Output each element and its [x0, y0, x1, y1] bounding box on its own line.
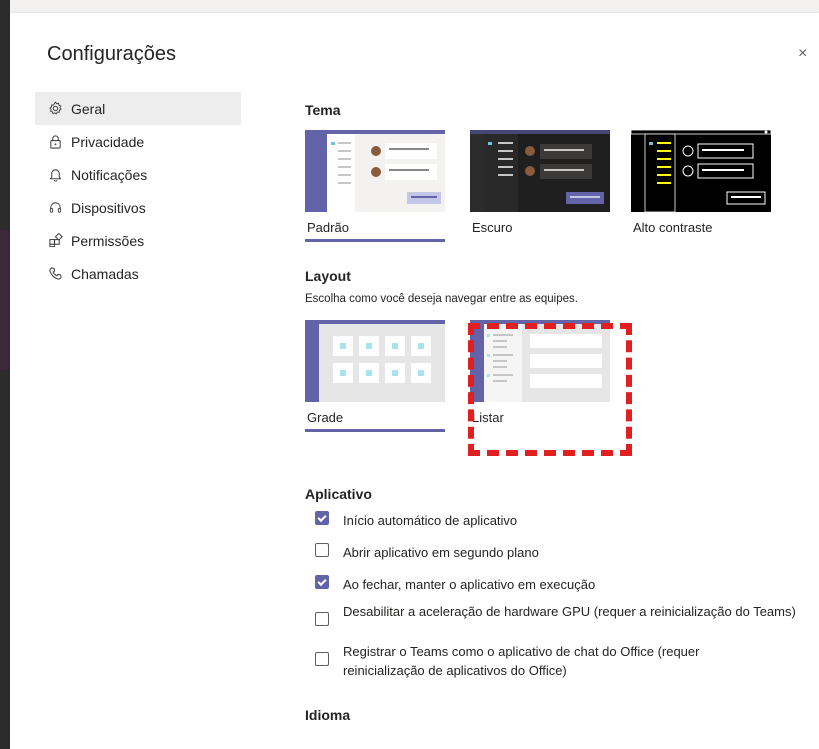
settings-nav: Geral Privacidade Notificações Dispositi…	[35, 92, 241, 290]
option-label: Registrar o Teams como o aplicativo de c…	[343, 644, 700, 678]
layout-description: Escolha como você deseja navegar entre a…	[305, 293, 578, 305]
dialog-title: Configurações	[47, 43, 176, 65]
option-disable-gpu[interactable]: Desabilitar a aceleração de hardware GPU…	[315, 602, 801, 626]
nav-label: Notificações	[71, 166, 148, 183]
checkbox-unchecked[interactable]	[315, 652, 329, 666]
option-register-office-chat[interactable]: Registrar o Teams como o aplicativo de c…	[315, 642, 801, 680]
nav-item-chamadas[interactable]: Chamadas	[35, 257, 241, 290]
layout-option-grade[interactable]: Grade	[305, 320, 445, 432]
option-label: Início automático de aplicativo	[343, 513, 518, 528]
option-label: Desabilitar a aceleração de hardware GPU…	[343, 604, 796, 619]
theme-option-padrao[interactable]: Padrão	[305, 130, 445, 242]
nav-item-privacidade[interactable]: Privacidade	[35, 125, 241, 158]
close-icon[interactable]: ×	[798, 46, 807, 62]
layout-section-title: Layout	[305, 268, 351, 284]
theme-option-escuro[interactable]: Escuro	[470, 130, 610, 242]
theme-label: Alto contraste	[633, 220, 713, 235]
layout-option-listar[interactable]: Listar	[470, 320, 610, 432]
settings-dialog: Configurações × Geral Privacidade Notifi…	[10, 13, 819, 749]
option-open-background[interactable]: Abrir aplicativo em segundo plano	[315, 543, 539, 562]
theme-label: Padrão	[307, 220, 349, 235]
nav-label: Geral	[71, 100, 106, 117]
language-section-title: Idioma	[305, 707, 351, 723]
selected-indicator	[305, 429, 445, 432]
lock-icon	[47, 134, 63, 150]
headset-icon	[47, 200, 63, 216]
theme-label: Escuro	[472, 220, 513, 235]
phone-icon	[47, 266, 63, 282]
nav-item-permissoes[interactable]: Permissões	[35, 224, 241, 257]
bell-icon	[47, 167, 63, 183]
checkbox-checked[interactable]	[315, 511, 329, 525]
theme-thumbnail-default	[305, 130, 445, 212]
layout-thumbnail-list	[470, 320, 610, 402]
apps-icon	[47, 233, 63, 249]
gear-icon	[47, 101, 63, 117]
nav-item-geral[interactable]: Geral	[35, 92, 241, 125]
checkbox-checked[interactable]	[315, 575, 329, 589]
nav-item-notificacoes[interactable]: Notificações	[35, 158, 241, 191]
layout-thumbnail-grid	[305, 320, 445, 402]
selected-indicator	[305, 239, 445, 242]
app-section-title: Aplicativo	[305, 486, 372, 502]
option-auto-start[interactable]: Início automático de aplicativo	[315, 511, 517, 530]
option-label: Ao fechar, manter o aplicativo em execuç…	[343, 577, 596, 592]
checkbox-unchecked[interactable]	[315, 543, 329, 557]
background-accent	[0, 230, 10, 370]
theme-thumbnail-dark	[470, 130, 610, 212]
nav-label: Chamadas	[71, 265, 139, 282]
option-label: Abrir aplicativo em segundo plano	[343, 545, 539, 560]
nav-label: Permissões	[71, 232, 145, 249]
nav-label: Dispositivos	[71, 199, 146, 216]
option-keep-running[interactable]: Ao fechar, manter o aplicativo em execuç…	[315, 575, 595, 594]
layout-label: Listar	[472, 410, 504, 425]
theme-thumbnail-high-contrast	[631, 130, 771, 212]
nav-item-dispositivos[interactable]: Dispositivos	[35, 191, 241, 224]
background-window-edge	[0, 0, 10, 749]
checkbox-unchecked[interactable]	[315, 612, 329, 626]
theme-section-title: Tema	[305, 102, 341, 118]
theme-option-alto-contraste[interactable]: Alto contraste	[631, 130, 771, 242]
nav-label: Privacidade	[71, 133, 145, 150]
layout-label: Grade	[307, 410, 344, 425]
